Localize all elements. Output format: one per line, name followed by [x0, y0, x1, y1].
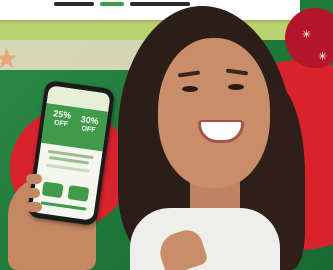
screen-button: [67, 185, 90, 202]
eye: [182, 86, 198, 92]
banner-text-line: [54, 2, 94, 6]
screen-text-line: [45, 163, 90, 173]
eye: [228, 84, 244, 90]
finger: [26, 202, 42, 212]
banner-text-line: [130, 2, 190, 6]
banner-text-line: [100, 2, 124, 6]
finger: [24, 188, 40, 198]
snowflake-icon: ✳: [302, 28, 312, 41]
phone-screen: 25% OFF 30% OFF: [31, 85, 111, 221]
screen-button: [41, 181, 64, 199]
promo-photo-scene: ★ ✳ ✳ 25% OFF 30% OFF: [0, 0, 333, 270]
top-banner: [0, 0, 300, 20]
snowflake-icon: ✳: [318, 50, 328, 63]
woman-face: [158, 38, 270, 188]
finger: [26, 174, 42, 184]
star-icon: ★: [0, 42, 20, 75]
screen-footer-bar: [40, 201, 87, 211]
